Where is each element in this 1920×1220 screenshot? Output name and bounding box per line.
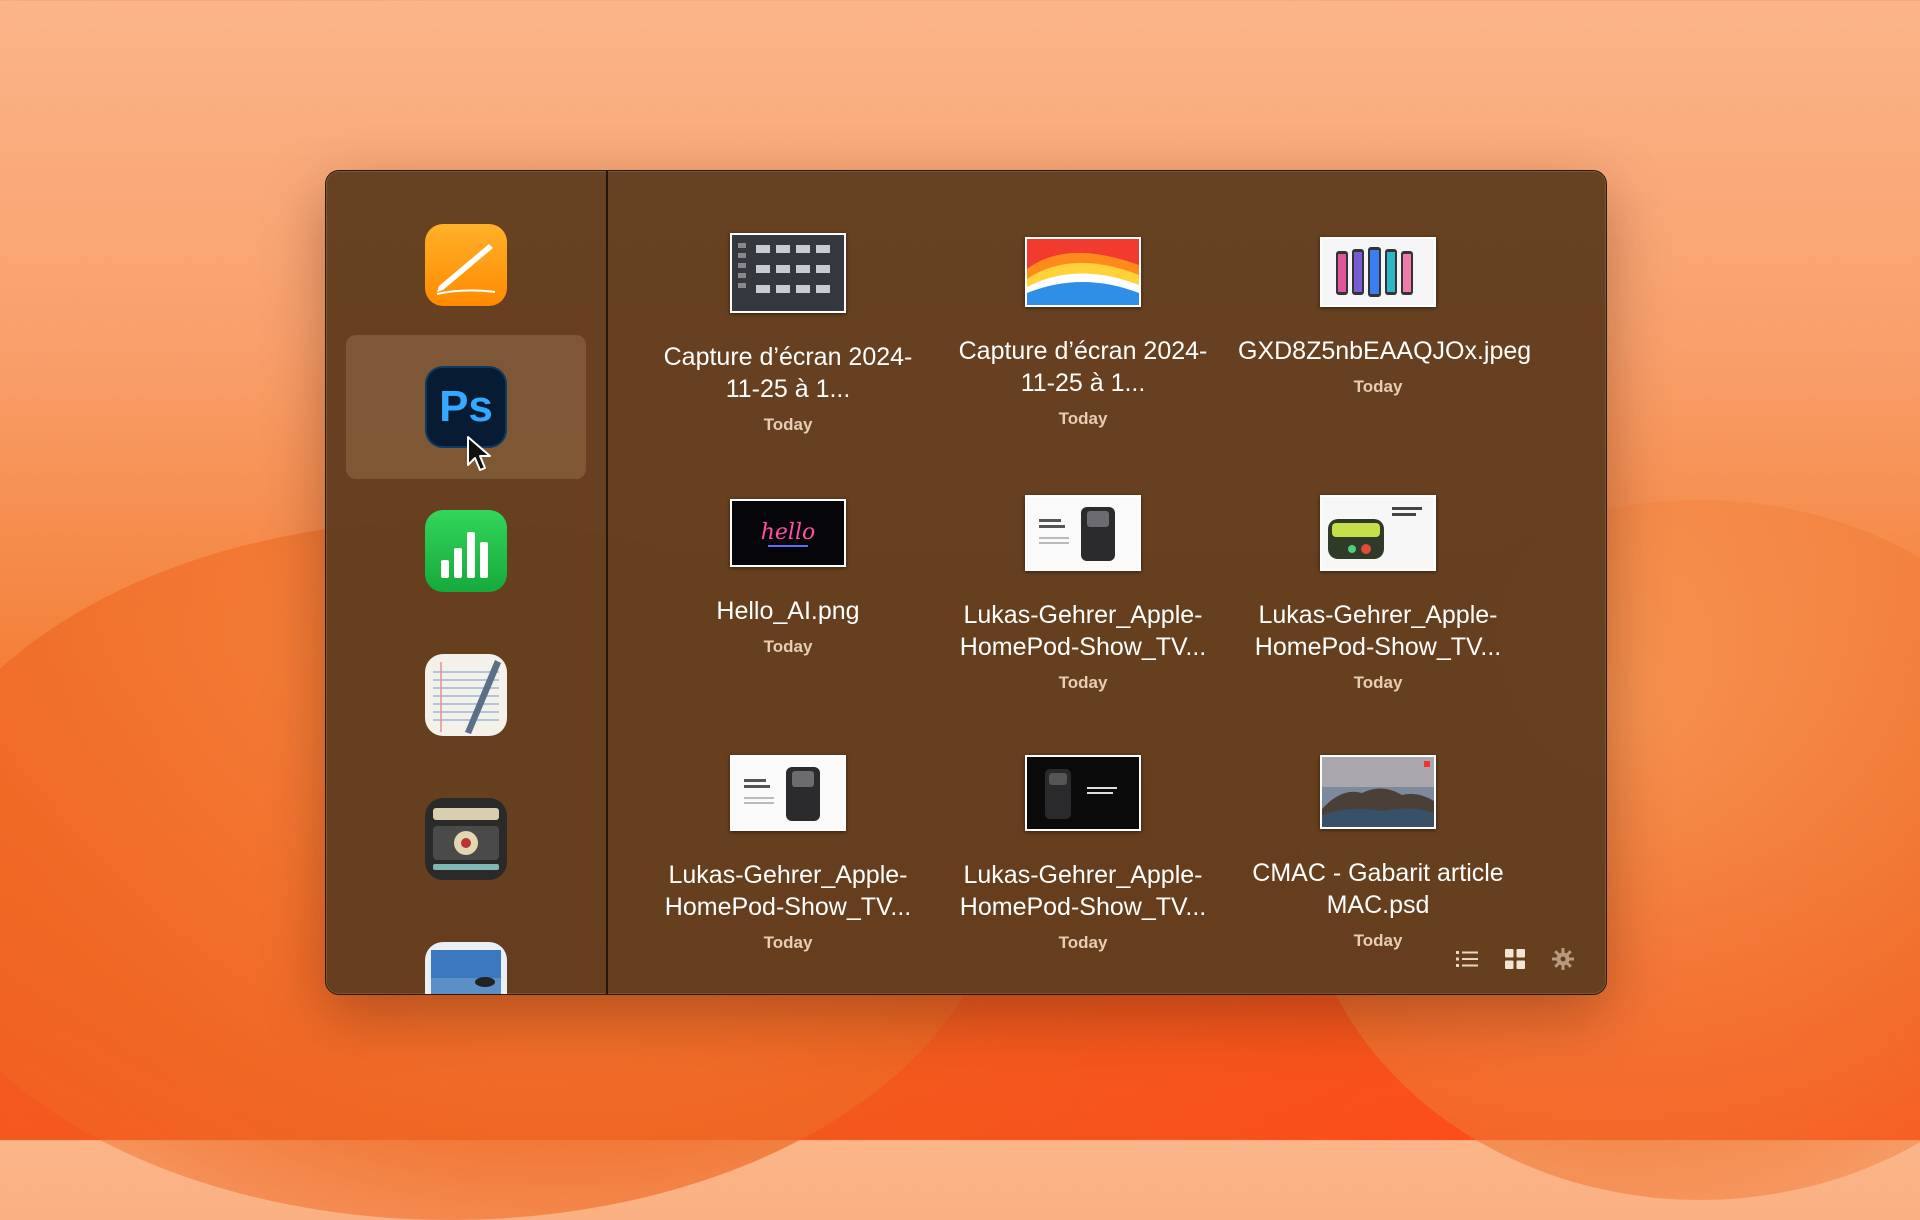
file-thumbnail <box>1320 495 1436 571</box>
file-tile[interactable]: Lukas-Gehrer_Apple-HomePod-Show_TV... To… <box>943 495 1223 693</box>
file-thumbnail <box>1320 237 1436 307</box>
file-tile[interactable]: CMAC - Gabarit article MAC.psd Today <box>1238 755 1518 951</box>
gear-icon <box>1552 948 1574 970</box>
list-view-icon <box>1456 951 1478 967</box>
app-item-recorder[interactable] <box>346 767 586 911</box>
file-name: GXD8Z5nbEAAQJOx.jpeg <box>1238 337 1532 365</box>
recent-files-panel: Ps Capture d’écran 2024-11-25 à 1... Tod… <box>325 170 1607 995</box>
numbers-icon <box>425 510 507 592</box>
file-thumbnail <box>730 233 846 313</box>
grid-view-button[interactable] <box>1502 946 1528 972</box>
file-name: Lukas-Gehrer_Apple-HomePod-Show_TV... <box>664 861 912 921</box>
file-tile[interactable]: Capture d’écran 2024-11-25 à 1... Today <box>648 233 928 435</box>
list-view-button[interactable] <box>1454 946 1480 972</box>
pages-icon <box>425 224 507 306</box>
mouse-cursor-icon <box>467 436 491 471</box>
file-tile[interactable]: Lukas-Gehrer_Apple-HomePod-Show_TV... To… <box>1238 495 1518 693</box>
file-name: Capture d’écran 2024-11-25 à 1... <box>958 337 1208 397</box>
file-date: Today <box>1058 673 1108 692</box>
recent-files-grid: Capture d’écran 2024-11-25 à 1... Today … <box>609 171 1606 994</box>
file-name: Hello_AI.png <box>716 597 860 625</box>
file-tile[interactable]: Lukas-Gehrer_Apple-HomePod-Show_TV... To… <box>943 755 1223 953</box>
settings-button[interactable] <box>1550 946 1576 972</box>
app-sidebar: Ps <box>326 171 608 994</box>
app-item-pages[interactable] <box>346 193 586 337</box>
app-item-textedit[interactable] <box>346 623 586 767</box>
file-name: Capture d’écran 2024-11-25 à 1... <box>663 343 913 403</box>
file-thumbnail <box>1025 237 1141 307</box>
app-item-preview[interactable] <box>346 911 586 994</box>
preview-icon <box>425 942 507 994</box>
grid-view-icon <box>1505 949 1525 969</box>
app-item-numbers[interactable] <box>346 479 586 623</box>
file-tile[interactable]: GXD8Z5nbEAAQJOx.jpeg Today <box>1238 237 1532 397</box>
file-thumbnail <box>1320 755 1436 829</box>
file-thumbnail: hello <box>730 499 846 567</box>
file-name: Lukas-Gehrer_Apple-HomePod-Show_TV... <box>959 861 1207 921</box>
file-thumbnail <box>1025 495 1141 571</box>
svg-text:hello: hello <box>761 520 816 545</box>
file-date: Today <box>763 415 813 434</box>
file-name: CMAC - Gabarit article MAC.psd <box>1252 859 1504 919</box>
view-toolbar <box>1454 946 1576 972</box>
file-tile[interactable]: Lukas-Gehrer_Apple-HomePod-Show_TV... To… <box>648 755 928 953</box>
textedit-icon <box>425 654 507 736</box>
file-date: Today <box>763 933 813 952</box>
file-date: Today <box>1353 377 1403 396</box>
file-thumbnail <box>730 755 846 831</box>
file-date: Today <box>1058 933 1108 952</box>
file-tile[interactable]: hello Hello_AI.png Today <box>648 499 928 657</box>
photoshop-icon-label: Ps <box>439 382 493 431</box>
recorder-icon <box>425 798 507 880</box>
file-date: Today <box>1058 409 1108 428</box>
file-thumbnail <box>1025 755 1141 831</box>
file-date: Today <box>1353 673 1403 692</box>
file-name: Lukas-Gehrer_Apple-HomePod-Show_TV... <box>1254 601 1502 661</box>
file-tile[interactable]: Capture d’écran 2024-11-25 à 1... Today <box>943 237 1223 429</box>
file-name: Lukas-Gehrer_Apple-HomePod-Show_TV... <box>959 601 1207 661</box>
file-date: Today <box>763 637 813 656</box>
